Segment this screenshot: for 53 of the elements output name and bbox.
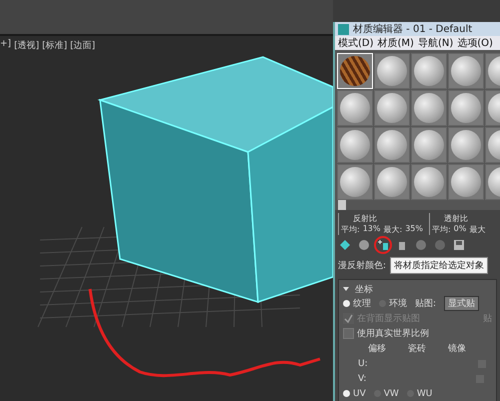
- stat-label: 平均:: [432, 224, 451, 235]
- sphere-icon: [451, 93, 481, 123]
- column-header: 瓷砖: [408, 342, 426, 355]
- save-icon[interactable]: [452, 238, 466, 252]
- viewport-label[interactable]: [标准]: [42, 39, 68, 53]
- sphere-icon: [414, 130, 444, 160]
- sphere-icon: [377, 167, 407, 197]
- sphere-icon: [340, 93, 370, 123]
- stat-title: 反射比: [352, 213, 378, 224]
- tooltip: 将材质指定给选定对象: [390, 257, 488, 274]
- wood-sphere-icon: [340, 56, 370, 86]
- viewport-label[interactable]: [边面]: [70, 39, 96, 53]
- menu-item[interactable]: 模式(D): [338, 36, 374, 50]
- column-header: 偏移: [368, 342, 386, 355]
- axis-label: U:: [358, 358, 368, 368]
- window-title: 材质编辑器 - 01 - Default: [353, 22, 472, 36]
- viewport-label[interactable]: [透视]: [14, 39, 40, 53]
- stat-label: 平均:: [341, 224, 360, 235]
- radio-button[interactable]: 环境: [379, 297, 407, 310]
- stat-title: 透射比: [442, 213, 469, 224]
- sphere-icon: [377, 130, 407, 160]
- radio-button[interactable]: 纹理: [343, 297, 371, 310]
- sphere-icon: [414, 56, 444, 86]
- sphere-icon: [414, 167, 444, 197]
- radio-button[interactable]: WU: [406, 388, 432, 398]
- stat-label: 最大:: [383, 224, 402, 235]
- sphere-icon: [451, 56, 481, 86]
- menu-item[interactable]: 材质(M): [378, 36, 414, 50]
- viewport-label[interactable]: +]: [0, 39, 12, 53]
- sphere-icon: [451, 167, 481, 197]
- map-label: 贴图:: [415, 298, 436, 310]
- axis-label: V:: [358, 374, 366, 384]
- menu-item[interactable]: 导航(N): [418, 36, 454, 50]
- radio-button[interactable]: UV: [343, 388, 366, 398]
- stat-label: 最大: [469, 224, 486, 235]
- rollout-title[interactable]: 坐标: [355, 282, 373, 296]
- sphere-icon: [414, 93, 444, 123]
- column-header: 镜像: [448, 342, 466, 355]
- stat-value: 0%: [454, 224, 466, 235]
- menu-item[interactable]: 选项(O): [457, 36, 493, 50]
- sphere-icon: [340, 130, 370, 160]
- checkbox-label: 使用真实世界比例: [357, 328, 429, 340]
- app-icon: [338, 24, 349, 34]
- diffuse-color-label: 漫反射颜色:: [338, 260, 386, 272]
- sphere-icon: [340, 167, 370, 197]
- checkbox[interactable]: [343, 328, 354, 339]
- collapse-icon[interactable]: [343, 287, 349, 291]
- sphere-icon: [377, 56, 407, 86]
- stat-value: 13%: [362, 224, 380, 235]
- stat-value: 35%: [405, 224, 423, 235]
- sphere-icon: [377, 93, 407, 123]
- radio-button[interactable]: VW: [374, 388, 399, 398]
- sphere-icon: [451, 130, 481, 160]
